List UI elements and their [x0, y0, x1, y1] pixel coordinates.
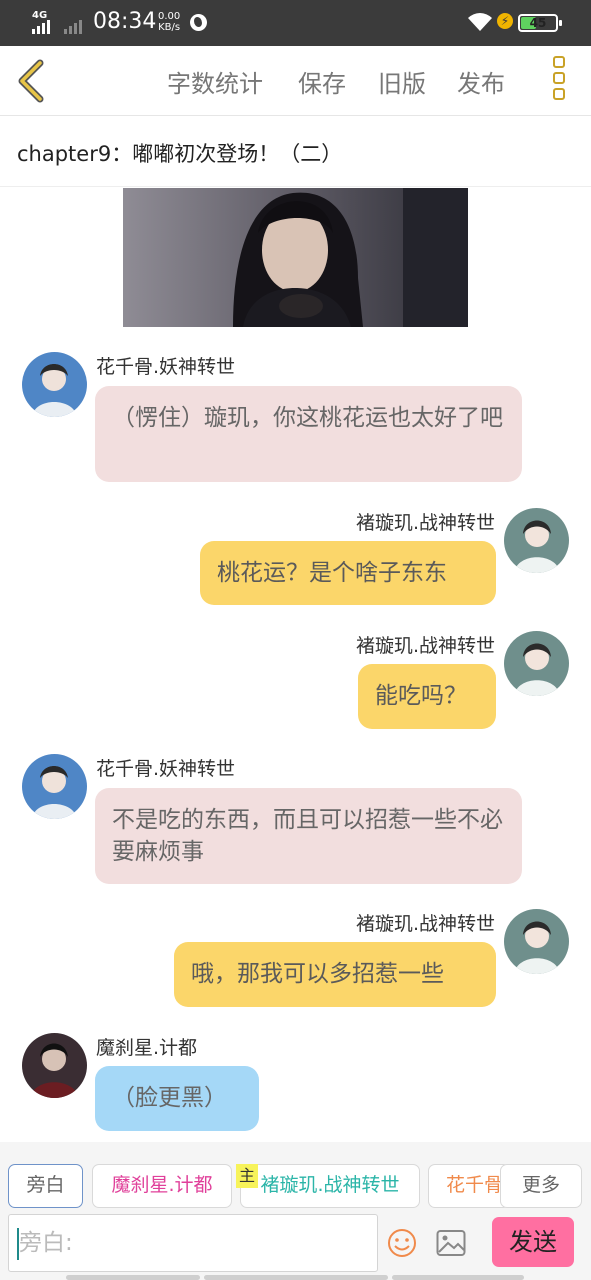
- speaker-name: 褚璇玑.战神转世: [355, 512, 495, 534]
- image-icon[interactable]: [436, 1229, 466, 1257]
- word-count-button[interactable]: 字数统计: [167, 64, 263, 99]
- message-input[interactable]: [9, 1215, 377, 1271]
- chat-image[interactable]: [123, 188, 468, 327]
- more-menu-icon[interactable]: [548, 56, 570, 104]
- role-chip-ji-du[interactable]: 魔刹星.计都: [92, 1164, 232, 1208]
- signal-icon: [32, 20, 50, 34]
- network-speed: 0.00 KB/s: [158, 11, 180, 33]
- avatar-hua-qiangu[interactable]: [22, 352, 87, 417]
- save-button[interactable]: 保存: [298, 64, 346, 99]
- speaker-name: 褚璇玑.战神转世: [355, 913, 495, 935]
- clock: 08:34: [93, 9, 157, 34]
- wifi-icon: [468, 13, 492, 31]
- message-bubble[interactable]: 哦，那我可以多招惹一些: [174, 942, 496, 1007]
- avatar-ji-du[interactable]: [22, 1033, 87, 1098]
- text-caret: [17, 1228, 19, 1260]
- more-roles-button[interactable]: 更多: [500, 1164, 582, 1208]
- message-bubble[interactable]: （脸更黑）: [95, 1066, 259, 1131]
- signal-icon-secondary: [64, 20, 82, 34]
- scroll-indicator: [66, 1275, 200, 1280]
- message-bubble[interactable]: 桃花运？是个啥子东东: [200, 541, 496, 605]
- speaker-name: 魔刹星.计都: [96, 1037, 198, 1059]
- chapter-title[interactable]: chapter9：嘟嘟初次登场！（二）: [17, 138, 342, 168]
- speed-unit: KB/s: [158, 22, 181, 33]
- message-bubble[interactable]: （愣住）璇玑，你这桃花运也太好了吧: [95, 386, 522, 482]
- message-bubble[interactable]: 不是吃的东西，而且可以招惹一些不必要麻烦事: [95, 788, 522, 884]
- old-version-button[interactable]: 旧版: [378, 64, 426, 99]
- speaker-name: 褚璇玑.战神转世: [355, 635, 495, 657]
- send-button[interactable]: 发送: [492, 1217, 574, 1267]
- back-icon[interactable]: [14, 58, 48, 104]
- emoji-icon[interactable]: [387, 1228, 417, 1258]
- main-role-badge: 主: [236, 1164, 258, 1188]
- role-chip-narration[interactable]: 旁白: [8, 1164, 83, 1208]
- speaker-name: 花千骨.妖神转世: [96, 758, 236, 780]
- speaker-name: 花千骨.妖神转世: [96, 356, 236, 378]
- status-bar: 4G 08:34 0.00 KB/s ⚡ 45: [0, 0, 591, 46]
- publish-button[interactable]: 发布: [457, 64, 505, 99]
- avatar-chu-xuanji[interactable]: [504, 909, 569, 974]
- charging-icon: ⚡: [497, 13, 513, 29]
- divider: [0, 186, 591, 187]
- battery-level: 45: [529, 16, 547, 30]
- globe-icon: [190, 14, 207, 31]
- toolbar: 字数统计 保存 旧版 发布: [0, 46, 591, 116]
- role-chip-chu-xuanji[interactable]: 褚璇玑.战神转世: [240, 1164, 420, 1208]
- scroll-indicator: [204, 1275, 388, 1280]
- speed-value: 0.00: [158, 11, 181, 22]
- message-input-box[interactable]: [8, 1214, 378, 1272]
- scroll-indicator: [392, 1275, 524, 1280]
- avatar-hua-qiangu[interactable]: [22, 754, 87, 819]
- avatar-chu-xuanji[interactable]: [504, 508, 569, 573]
- avatar-chu-xuanji[interactable]: [504, 631, 569, 696]
- battery-icon: 45: [518, 14, 562, 32]
- message-bubble[interactable]: 能吃吗？: [358, 664, 496, 729]
- role-chip-hua-qiangu[interactable]: 花千骨: [428, 1164, 510, 1208]
